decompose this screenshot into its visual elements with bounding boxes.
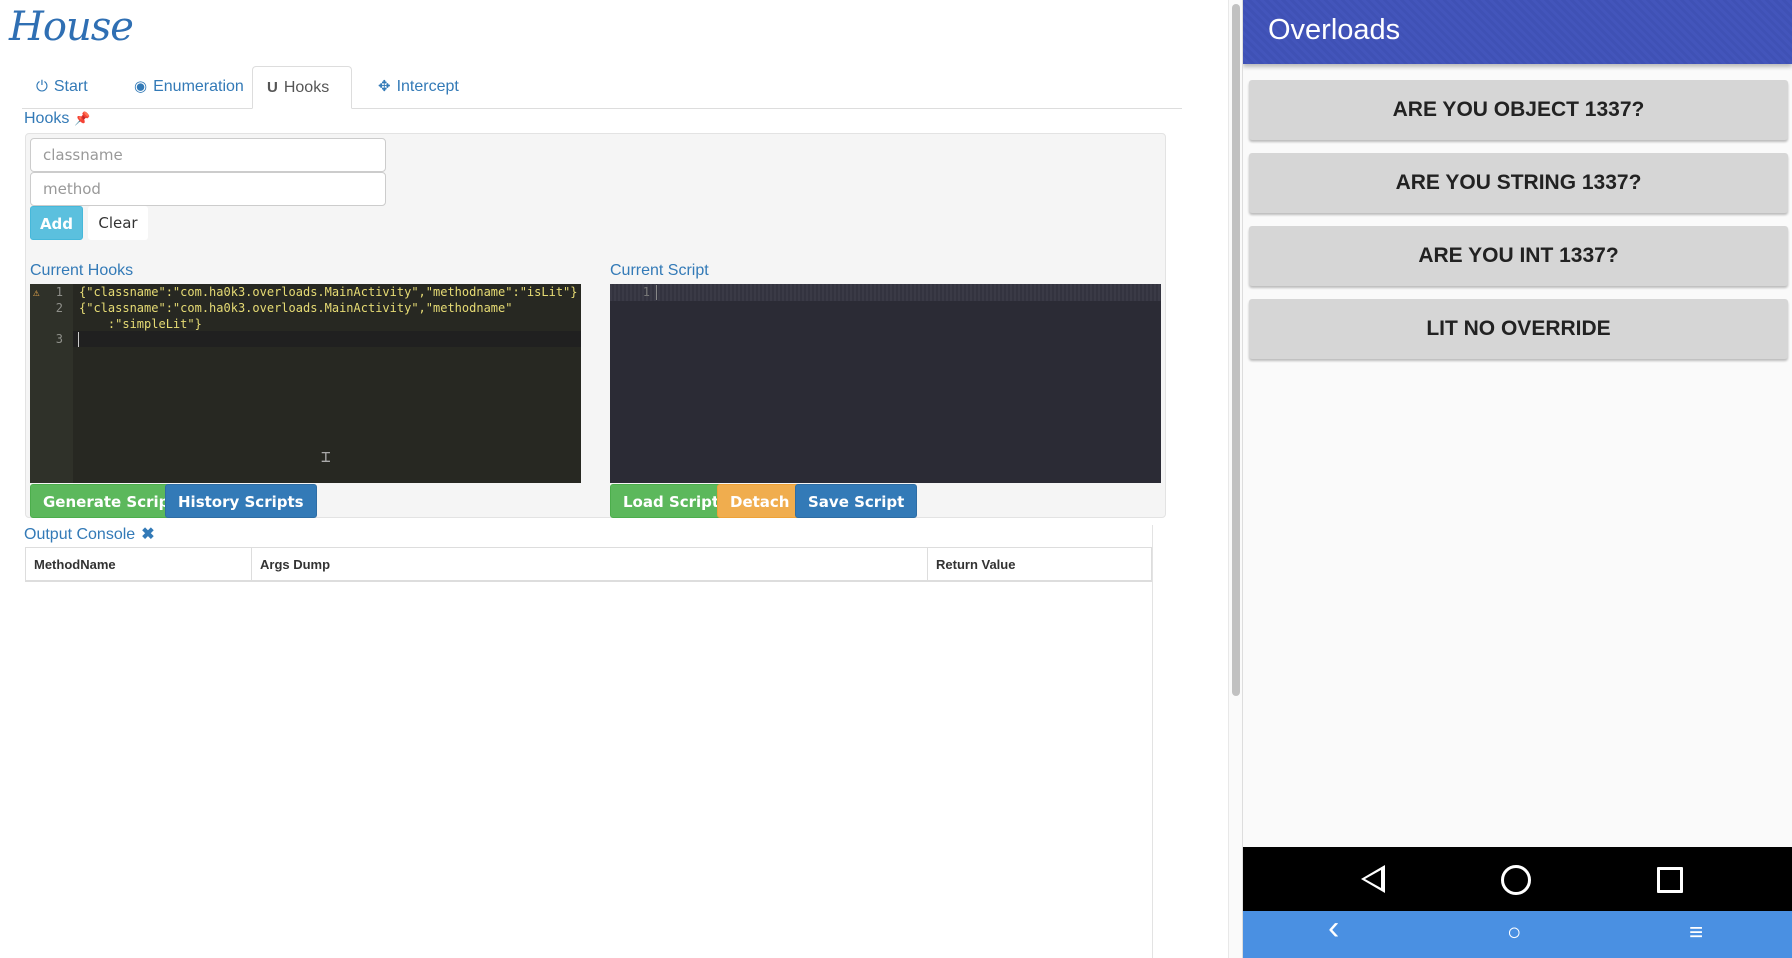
tab-start[interactable]: ⏻ Start bbox=[22, 66, 104, 107]
method-input[interactable] bbox=[30, 172, 386, 206]
line-number: 1 bbox=[642, 285, 650, 299]
int-1337-button[interactable]: ARE YOU INT 1337? bbox=[1249, 226, 1788, 286]
object-1337-button[interactable]: ARE YOU OBJECT 1337? bbox=[1249, 80, 1788, 140]
android-emulator: Overloads ARE YOU OBJECT 1337? ARE YOU S… bbox=[1243, 0, 1792, 958]
web-app: House ⏻ Start ◉ Enumeration U Hooks ✥ Interc… bbox=[0, 0, 1228, 958]
output-console-title: Output Console ✖ bbox=[24, 526, 155, 543]
scrollbar-thumb[interactable] bbox=[1232, 4, 1240, 696]
clear-button[interactable]: Clear bbox=[88, 206, 148, 240]
tab-hooks[interactable]: U Hooks bbox=[252, 66, 352, 109]
current-script-title: Current Script bbox=[610, 262, 709, 279]
hooks-section-title: Hooks 📌 bbox=[24, 110, 91, 127]
brand-logo: House bbox=[9, 4, 134, 50]
tab-intercept[interactable]: ✥ Intercept bbox=[364, 66, 474, 107]
line-number: 2 bbox=[55, 301, 63, 315]
app-title: Overloads bbox=[1268, 14, 1401, 46]
console-divider bbox=[1152, 525, 1153, 958]
column-header-methodname: MethodName bbox=[26, 548, 252, 581]
tab-label: Intercept bbox=[396, 78, 459, 95]
current-hooks-title: Current Hooks bbox=[30, 262, 134, 279]
output-console-table: MethodName Args Dump Return Value bbox=[25, 547, 1152, 582]
app-bar: Overloads bbox=[1243, 0, 1792, 64]
detach-button[interactable]: Detach bbox=[717, 484, 803, 518]
eye-icon: ◉ bbox=[134, 78, 148, 95]
page-scrollbar[interactable] bbox=[1228, 0, 1243, 958]
line-number: 1 bbox=[55, 285, 63, 299]
host-menu-icon[interactable]: ≡ bbox=[1689, 921, 1703, 945]
host-home-icon[interactable]: ○ bbox=[1507, 921, 1522, 945]
home-icon[interactable] bbox=[1501, 865, 1531, 895]
column-header-args-dump: Args Dump bbox=[252, 548, 928, 581]
tab-label: Hooks bbox=[283, 79, 330, 96]
close-icon[interactable]: ✖ bbox=[141, 526, 154, 543]
add-button[interactable]: Add bbox=[30, 206, 83, 240]
tab-label: Start bbox=[53, 78, 88, 95]
ibeam-cursor-icon: ⌶ bbox=[321, 447, 331, 466]
magnet-icon: U bbox=[267, 79, 278, 96]
editor-gutter: ⚠ 1 2 3 bbox=[30, 284, 73, 483]
host-nav-bar: ‹ ○ ≡ bbox=[1243, 911, 1792, 958]
tab-label: Enumeration bbox=[153, 78, 244, 95]
tab-enumeration[interactable]: ◉ Enumeration bbox=[120, 66, 270, 107]
hooks-editor[interactable]: ⚠ 1 2 3 {"classname":"com.ha0k3.overload… bbox=[30, 284, 581, 483]
line-number: 3 bbox=[55, 332, 63, 346]
history-scripts-button[interactable]: History Scripts bbox=[165, 484, 317, 518]
text-cursor bbox=[78, 332, 79, 347]
string-1337-button[interactable]: ARE YOU STRING 1337? bbox=[1249, 153, 1788, 213]
pin-icon[interactable]: 📌 bbox=[74, 111, 90, 126]
power-icon: ⏻ bbox=[36, 78, 48, 95]
android-nav-bar bbox=[1243, 847, 1792, 911]
column-header-return-value: Return Value bbox=[936, 557, 1016, 572]
code-line: {"classname":"com.ha0k3.overloads.MainAc… bbox=[79, 285, 578, 299]
text-cursor bbox=[656, 285, 657, 300]
script-editor[interactable]: 1 bbox=[610, 284, 1161, 483]
load-script-button[interactable]: Load Script bbox=[610, 484, 733, 518]
active-line bbox=[73, 331, 581, 347]
editor-code[interactable]: {"classname":"com.ha0k3.overloads.MainAc… bbox=[73, 284, 581, 483]
warning-icon: ⚠ bbox=[33, 286, 40, 299]
crosshair-icon: ✥ bbox=[378, 78, 391, 95]
save-script-button[interactable]: Save Script bbox=[795, 484, 918, 518]
recent-apps-icon[interactable] bbox=[1657, 867, 1683, 893]
lit-no-override-button[interactable]: LIT NO OVERRIDE bbox=[1249, 299, 1788, 359]
code-line: {"classname":"com.ha0k3.overloads.MainAc… bbox=[79, 301, 513, 315]
classname-input[interactable] bbox=[30, 138, 386, 172]
back-icon[interactable] bbox=[1361, 865, 1385, 893]
active-line bbox=[610, 284, 1161, 301]
code-line: :"simpleLit"} bbox=[79, 317, 202, 331]
editor-gutter: 1 bbox=[610, 284, 656, 483]
host-back-icon[interactable]: ‹ bbox=[1328, 911, 1339, 945]
main-tabs: ⏻ Start ◉ Enumeration U Hooks ✥ Intercept bbox=[22, 66, 1182, 109]
